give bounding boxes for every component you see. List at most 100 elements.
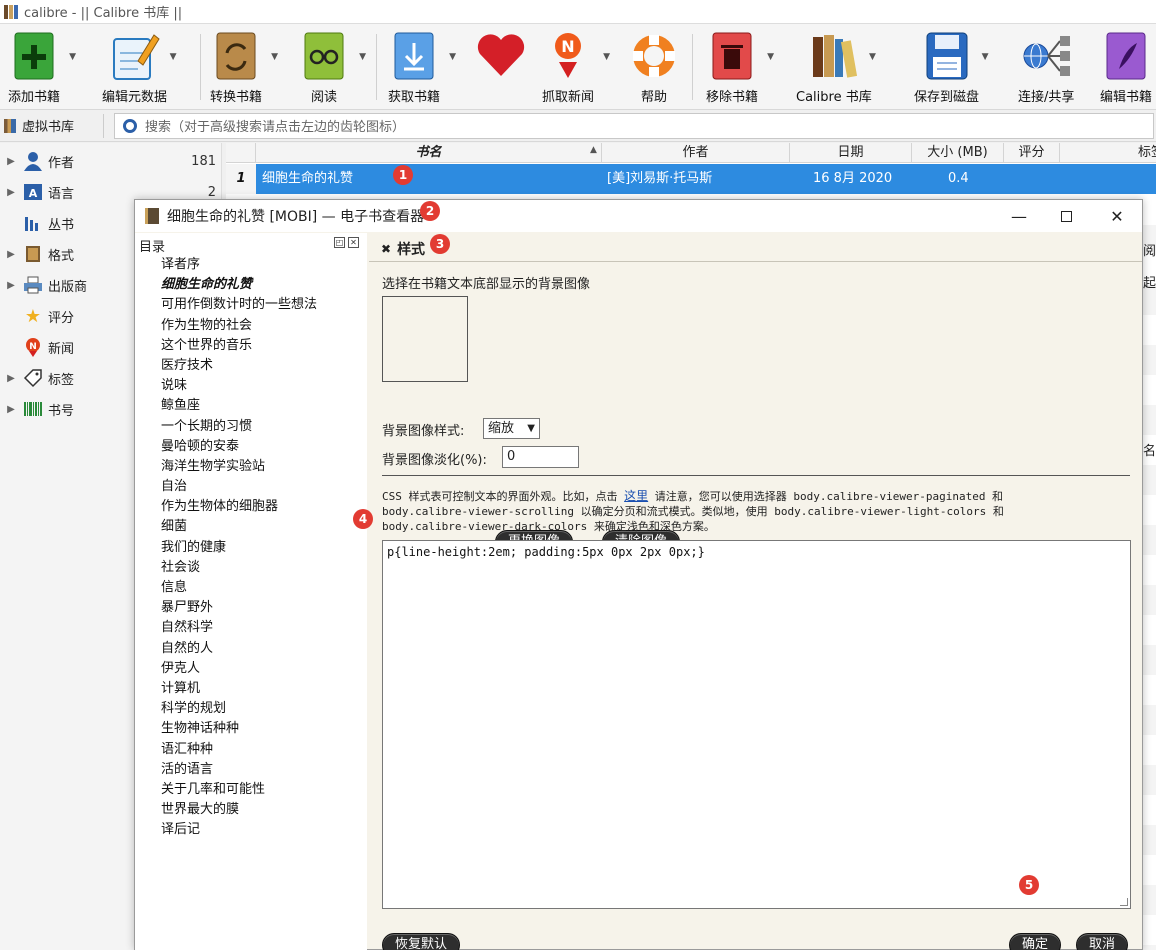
search-input[interactable]: 搜索（对于高级搜索请点击左边的齿轮图标）	[114, 112, 1154, 139]
toc-item[interactable]: 海洋生物学实验站	[161, 457, 317, 477]
background-image-label: 选择在书籍文本底部显示的背景图像	[382, 277, 591, 292]
toc-item[interactable]: 我们的健康	[161, 538, 317, 558]
resize-grip-icon[interactable]	[1120, 898, 1128, 906]
printer-icon	[22, 275, 44, 295]
column-author[interactable]: 作者	[602, 143, 790, 163]
restore-defaults-button[interactable]: 恢复默认	[382, 933, 461, 950]
close-panel-icon[interactable]: ✕	[348, 237, 359, 248]
toc-item[interactable]: 细菌	[161, 517, 317, 537]
convert-book-button[interactable]: ▼ 转换书籍	[210, 28, 278, 108]
virtual-library-icon	[4, 118, 16, 133]
expand-arrow-icon[interactable]: ▶	[0, 280, 22, 291]
edit-metadata-dropdown[interactable]: ▼	[170, 52, 177, 62]
toc-item[interactable]: 自然的人	[161, 639, 317, 659]
toc-item[interactable]: 世界最大的膜	[161, 800, 317, 820]
donate-heart-icon	[474, 28, 526, 84]
column-title[interactable]: 书名	[256, 143, 602, 163]
fetch-news-dropdown[interactable]: ▼	[603, 52, 610, 62]
toc-item[interactable]: 自然科学	[161, 618, 317, 638]
library-dropdown[interactable]: ▼	[869, 52, 876, 62]
edit-book-button[interactable]: 编辑书籍	[1100, 28, 1152, 108]
expand-arrow-icon[interactable]: ▶	[0, 404, 22, 415]
convert-book-dropdown[interactable]: ▼	[271, 52, 278, 62]
annotation-badge: 3	[430, 234, 450, 254]
read-button[interactable]: ▼ 阅读	[298, 28, 366, 108]
connect-share-button[interactable]: 连接/共享	[1018, 28, 1074, 108]
fetch-news-button[interactable]: N ▼ 抓取新闻	[542, 28, 610, 108]
tab-style[interactable]: ✖ 样式	[381, 239, 425, 259]
expand-arrow-icon[interactable]: ▶	[0, 187, 22, 198]
minimize-button[interactable]: —	[996, 200, 1042, 232]
toc-item[interactable]: 生物神话种种	[161, 719, 317, 739]
book-row-selected[interactable]: 细胞生命的礼赞 [美]刘易斯·托马斯 16 8月 2020 0.4	[226, 164, 1156, 194]
virtual-library-button[interactable]: 虚拟书库	[0, 113, 104, 138]
toc-item[interactable]: 伊克人	[161, 659, 317, 679]
toc-item[interactable]: 这个世界的音乐	[161, 336, 317, 356]
toc-item[interactable]: 可用作倒数计时的一些想法	[161, 295, 317, 315]
toc-item[interactable]: 曼哈顿的安泰	[161, 437, 317, 457]
column-size[interactable]: 大小 (MB)	[912, 143, 1004, 163]
annotation-badge: 4	[353, 509, 373, 529]
ok-button[interactable]: 确定	[1009, 933, 1062, 950]
background-image-preview	[382, 296, 468, 382]
float-panel-icon[interactable]: ◰	[334, 237, 345, 248]
get-books-button[interactable]: ▼ 获取书籍	[388, 28, 456, 108]
toc-item[interactable]: 作为生物的社会	[161, 316, 317, 336]
donate-button[interactable]	[474, 28, 526, 108]
partial-text: 起	[1142, 276, 1156, 291]
toc-item[interactable]: 一个长期的习惯	[161, 417, 317, 437]
toc-item[interactable]: 细胞生命的礼赞	[161, 275, 317, 295]
column-tags[interactable]: 标签	[1060, 143, 1156, 163]
background-fade-input[interactable]: 0	[502, 446, 579, 468]
save-to-disk-dropdown[interactable]: ▼	[982, 52, 989, 62]
toc-item[interactable]: 活的语言	[161, 760, 317, 780]
connect-share-icon	[1020, 28, 1072, 84]
calibre-library-button[interactable]: ▼ Calibre 书库	[796, 28, 876, 108]
background-style-select[interactable]: 缩放 ▼	[483, 418, 540, 439]
background-fade-label: 背景图像淡化(%):	[382, 453, 487, 468]
toc-item[interactable]: 社会谈	[161, 558, 317, 578]
gear-icon[interactable]	[123, 118, 137, 133]
edit-metadata-button[interactable]: ▼ 编辑元数据	[102, 28, 177, 108]
cancel-button[interactable]: 取消	[1076, 933, 1129, 950]
here-link[interactable]: 这里	[624, 489, 648, 503]
toc-item[interactable]: 医疗技术	[161, 356, 317, 376]
get-books-dropdown[interactable]: ▼	[449, 52, 456, 62]
column-date[interactable]: 日期	[790, 143, 912, 163]
remove-book-button[interactable]: ▼ 移除书籍	[706, 28, 774, 108]
search-bar-row: 虚拟书库 搜索（对于高级搜索请点击左边的齿轮图标）	[0, 110, 1156, 142]
add-book-dropdown[interactable]: ▼	[69, 52, 76, 62]
toc-item[interactable]: 自治	[161, 477, 317, 497]
search-placeholder: 搜索（对于高级搜索请点击左边的齿轮图标）	[145, 120, 406, 135]
remove-book-dropdown[interactable]: ▼	[767, 52, 774, 62]
expand-arrow-icon[interactable]: ▶	[0, 156, 22, 167]
expand-arrow-icon[interactable]: ▶	[0, 249, 22, 260]
maximize-button[interactable]	[1043, 200, 1089, 232]
css-editor[interactable]: p{line-height:2em; padding:5px 0px 2px 0…	[382, 540, 1131, 909]
close-tab-icon[interactable]: ✖	[381, 242, 391, 256]
toc-item[interactable]: 作为生物体的细胞器	[161, 497, 317, 517]
add-book-button[interactable]: ▼ 添加书籍	[8, 28, 76, 108]
annotation-badge: 5	[1019, 875, 1039, 895]
toc-item[interactable]: 鲸鱼座	[161, 396, 317, 416]
help-button[interactable]: 帮助	[628, 28, 680, 108]
toc-item[interactable]: 语汇种种	[161, 740, 317, 760]
book-size-cell: 0.4	[948, 171, 969, 186]
toc-item[interactable]: 译后记	[161, 820, 317, 840]
column-rating[interactable]: 评分	[1004, 143, 1060, 163]
read-dropdown[interactable]: ▼	[359, 52, 366, 62]
toc-item[interactable]: 科学的规划	[161, 699, 317, 719]
fetch-news-icon: N ▼	[542, 28, 610, 84]
save-to-disk-button[interactable]: ▼ 保存到磁盘	[914, 28, 989, 108]
close-button[interactable]: ✕	[1094, 200, 1140, 232]
tag-browser-item-authors[interactable]: ▶ 作者 181	[0, 146, 222, 176]
window-title: calibre - || Calibre 书库 ||	[24, 6, 183, 21]
toc-item[interactable]: 暴尸野外	[161, 598, 317, 618]
toc-item[interactable]: 信息	[161, 578, 317, 598]
table-of-contents: 目录 ◰ ✕ 译者序 细胞生命的礼赞 可用作倒数计时的一些想法 作为生物的社会 这个世界…	[135, 233, 367, 950]
toc-item[interactable]: 译者序	[161, 255, 317, 275]
expand-arrow-icon[interactable]: ▶	[0, 373, 22, 384]
toc-item[interactable]: 计算机	[161, 679, 317, 699]
toc-item[interactable]: 关于几率和可能性	[161, 780, 317, 800]
toc-item[interactable]: 说味	[161, 376, 317, 396]
